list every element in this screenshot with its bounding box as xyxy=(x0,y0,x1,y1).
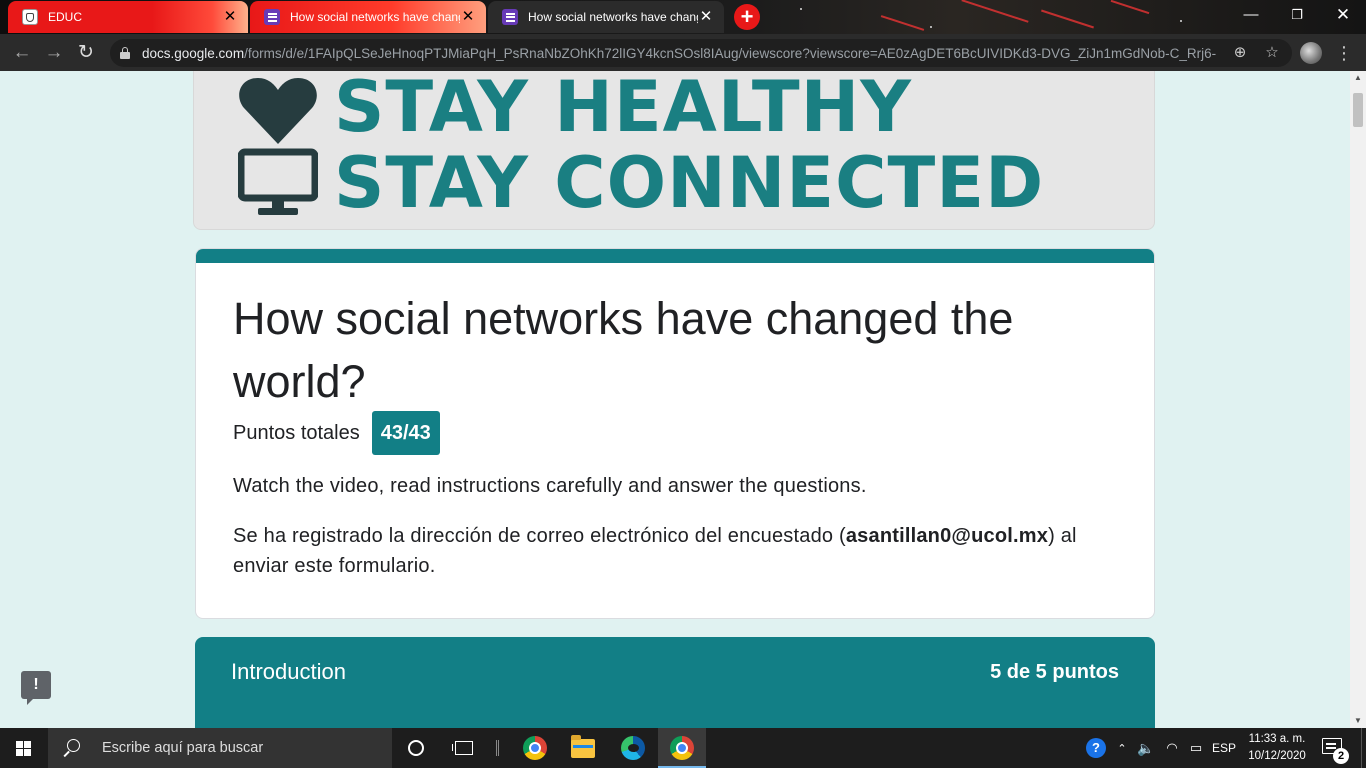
help-icon: ? xyxy=(1086,738,1106,758)
banner-line-2: STAY CONNECTED xyxy=(334,142,1045,224)
header-banner-image: STAY HEALTHY STAY CONNECTED xyxy=(193,71,1155,230)
tab-educ[interactable]: EDUC ✕ xyxy=(8,1,248,33)
form-description: Watch the video, read instructions caref… xyxy=(233,475,867,497)
google-forms-icon xyxy=(502,9,518,25)
wallpaper-star xyxy=(1180,20,1182,22)
tab-title: How social networks have changed xyxy=(290,10,460,24)
reload-icon[interactable]: ↻ xyxy=(72,39,100,67)
card-accent-bar xyxy=(196,249,1154,263)
close-window-icon[interactable]: ✕ xyxy=(1320,0,1366,30)
form-title: How social networks have changed the wor… xyxy=(233,293,1014,407)
scroll-thumb[interactable] xyxy=(1353,93,1363,127)
wallpaper-streak xyxy=(961,0,1029,23)
windows-taskbar: Escribe aquí para buscar ? ⌃ 🔈 ◠ ▭ ESP 1… xyxy=(0,728,1366,768)
file-explorer-icon xyxy=(571,734,595,758)
scroll-down-icon[interactable]: ▼ xyxy=(1350,714,1366,728)
search-placeholder: Escribe aquí para buscar xyxy=(102,740,264,756)
volume-icon[interactable]: 🔈 xyxy=(1134,728,1158,768)
section-header: Introduction 5 de 5 puntos xyxy=(195,637,1155,728)
section-title: Introduction xyxy=(231,659,346,684)
clock-time: 11:33 a. m. xyxy=(1248,733,1306,745)
wallpaper-streak xyxy=(880,15,925,31)
help-tray-button[interactable]: ? xyxy=(1084,728,1108,768)
taskbar-app-chrome-profile[interactable] xyxy=(658,728,706,768)
wallpaper-star xyxy=(800,8,802,10)
url-text: docs.google.com/forms/d/e/1FAIpQLSeJeHno… xyxy=(142,45,1217,61)
tab-social-networks-form[interactable]: How social networks have changed ✕ xyxy=(250,1,486,33)
address-bar[interactable]: docs.google.com/forms/d/e/1FAIpQLSeJeHno… xyxy=(110,39,1292,67)
notification-count-badge: 2 xyxy=(1333,748,1349,764)
email-recorded-note: Se ha registrado la dirección de correo … xyxy=(233,525,1077,577)
banner-line-1: STAY HEALTHY xyxy=(334,71,912,148)
google-forms-icon xyxy=(264,9,280,25)
report-feedback-button[interactable]: ! xyxy=(21,671,51,705)
wallpaper-streak xyxy=(1041,9,1094,29)
score-row: Puntos totales 43/43 xyxy=(233,411,440,455)
lock-icon[interactable] xyxy=(120,47,130,59)
scroll-up-icon[interactable]: ▲ xyxy=(1350,71,1366,85)
section-points: 5 de 5 puntos xyxy=(990,661,1119,683)
form-title-card: How social networks have changed the wor… xyxy=(195,248,1155,619)
chrome-icon xyxy=(523,736,547,760)
close-tab-icon[interactable]: ✕ xyxy=(698,9,714,25)
minimize-icon[interactable]: — xyxy=(1228,0,1274,30)
battery-icon[interactable]: ▭ xyxy=(1184,728,1208,768)
system-clock[interactable]: 11:33 a. m. 10/12/2020 xyxy=(1242,731,1312,765)
show-hidden-icons-icon[interactable]: ⌃ xyxy=(1112,728,1132,768)
restore-icon[interactable]: ❐ xyxy=(1274,0,1320,30)
close-tab-icon[interactable]: ✕ xyxy=(460,9,476,25)
profile-avatar[interactable] xyxy=(1300,42,1322,64)
taskbar-search-box[interactable]: Escribe aquí para buscar xyxy=(48,728,392,768)
language-indicator[interactable]: ESP xyxy=(1208,728,1240,768)
educ-crest-icon xyxy=(22,9,38,25)
respondent-email: asantillan0@ucol.mx xyxy=(845,525,1049,547)
show-desktop-button[interactable] xyxy=(1361,728,1366,768)
zoom-icon[interactable]: ⊕ xyxy=(1228,39,1252,67)
monitor-icon xyxy=(238,148,318,215)
browser-toolbar: ← → ↻ docs.google.com/forms/d/e/1FAIpQLS… xyxy=(0,34,1366,71)
start-button[interactable] xyxy=(0,728,48,768)
taskbar-app-file-explorer[interactable] xyxy=(559,728,607,768)
page-viewport: STAY HEALTHY STAY CONNECTED How social n… xyxy=(0,71,1350,728)
forward-icon[interactable]: → xyxy=(40,39,68,67)
clock-date: 10/12/2020 xyxy=(1248,750,1306,762)
edge-icon xyxy=(621,736,645,760)
chrome-profile-icon xyxy=(670,736,694,760)
taskbar-separator xyxy=(496,740,499,756)
score-label: Puntos totales xyxy=(233,421,360,444)
wallpaper-streak xyxy=(1110,0,1150,15)
tab-social-networks-score[interactable]: How social networks have changed ✕ xyxy=(488,1,724,33)
tab-title: How social networks have changed xyxy=(528,10,698,24)
browser-tab-strip: EDUC ✕ How social networks have changed … xyxy=(0,0,1366,34)
score-badge: 43/43 xyxy=(371,411,440,455)
bookmark-star-icon[interactable]: ☆ xyxy=(1260,39,1284,67)
cortana-button[interactable] xyxy=(392,728,440,768)
back-icon[interactable]: ← xyxy=(8,39,36,67)
taskbar-app-chrome[interactable] xyxy=(511,728,559,768)
heart-icon xyxy=(239,78,317,144)
task-view-icon xyxy=(452,741,473,755)
task-view-button[interactable] xyxy=(440,728,488,768)
cortana-icon xyxy=(408,740,424,756)
search-icon xyxy=(62,739,80,757)
new-tab-button[interactable]: + xyxy=(734,4,760,30)
taskbar-app-edge[interactable] xyxy=(609,728,657,768)
windows-logo-icon xyxy=(16,741,32,756)
wifi-icon[interactable]: ◠ xyxy=(1160,728,1184,768)
tab-title: EDUC xyxy=(48,10,83,24)
wallpaper-star xyxy=(930,26,932,28)
page-scrollbar[interactable]: ▲ ▼ xyxy=(1350,71,1366,728)
close-tab-icon[interactable]: ✕ xyxy=(222,9,238,25)
browser-menu-icon[interactable]: ⋮ xyxy=(1332,39,1356,67)
